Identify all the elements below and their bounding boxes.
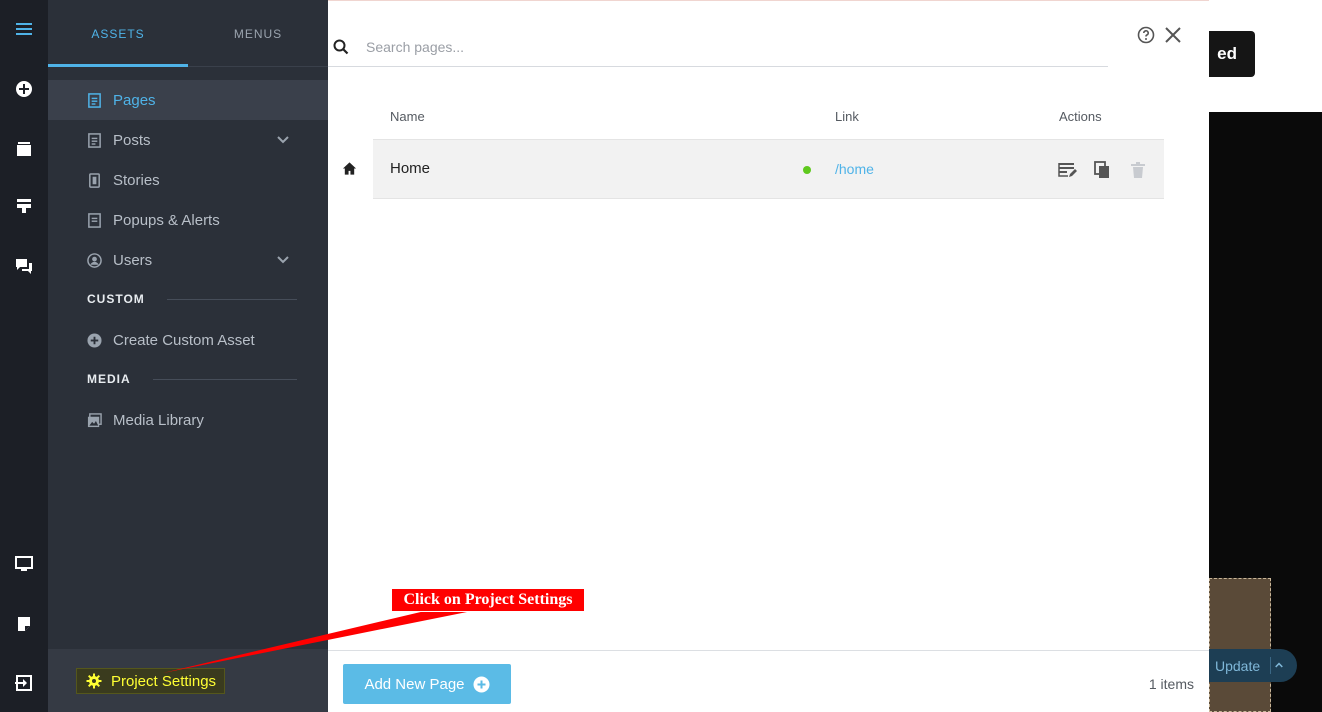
add-new-page-label: Add New Page: [364, 675, 465, 693]
chevron-up-icon[interactable]: [1270, 657, 1287, 674]
section-heading-custom: CUSTOM: [87, 292, 297, 306]
chevron-down-icon[interactable]: [276, 252, 290, 266]
sidebar-item-create-custom-asset[interactable]: Create Custom Asset: [48, 320, 328, 360]
assets-panel: ASSETS MENUS Pages Posts Stories Popups …: [48, 0, 328, 712]
status-indicator: [803, 166, 811, 174]
section-heading-label: MEDIA: [87, 372, 131, 386]
gear-icon: [86, 673, 102, 689]
column-header-name[interactable]: Name: [390, 109, 425, 124]
search-input[interactable]: [366, 35, 1066, 59]
panel-footer: Project Settings: [48, 649, 328, 712]
page-name: Home: [390, 160, 431, 177]
sidebar-item-popups[interactable]: Popups & Alerts: [48, 200, 328, 240]
user-icon: [86, 252, 102, 268]
close-icon[interactable]: [1163, 25, 1183, 45]
page-link[interactable]: /home: [835, 161, 874, 177]
comments-icon[interactable]: [12, 254, 36, 278]
sidebar-item-label: Create Custom Asset: [113, 331, 255, 349]
modal-footer: Add New Page 1 items: [328, 650, 1209, 712]
table-row[interactable]: Home /home: [373, 139, 1164, 199]
edit-settings-icon[interactable]: [1057, 160, 1077, 180]
sidebar-item-label: Media Library: [113, 411, 204, 429]
sidebar-item-media-library[interactable]: Media Library: [48, 400, 328, 440]
exit-icon[interactable]: [12, 671, 36, 695]
chevron-down-icon[interactable]: [276, 132, 290, 146]
tab-menus[interactable]: MENUS: [188, 0, 328, 67]
sidebar-item-label: Stories: [113, 171, 160, 189]
sidebar-item-posts[interactable]: Posts: [48, 120, 328, 160]
background-cta-button[interactable]: ed: [1209, 31, 1255, 77]
pages-stack-icon[interactable]: [12, 137, 36, 161]
hamburger-menu-icon[interactable]: [12, 17, 36, 41]
home-icon: [342, 162, 357, 175]
sidebar-item-stories[interactable]: Stories: [48, 160, 328, 200]
sidebar-item-label: Users: [113, 251, 153, 269]
sidebar-item-pages[interactable]: Pages: [48, 80, 328, 120]
icon-rail: [0, 0, 48, 712]
desktop-preview-icon[interactable]: [12, 552, 36, 576]
panel-tabs: ASSETS MENUS: [48, 0, 328, 67]
search-bar: [328, 27, 1108, 67]
background-image-block: [1209, 578, 1271, 712]
popup-icon: [86, 212, 102, 228]
add-new-page-button[interactable]: Add New Page: [343, 664, 511, 704]
plus-circle-icon: [86, 332, 102, 348]
story-icon: [86, 172, 102, 188]
plus-circle-icon: [473, 676, 490, 692]
project-settings-button[interactable]: Project Settings: [76, 668, 226, 694]
duplicate-icon[interactable]: [1092, 160, 1112, 180]
items-count: 1 items: [1148, 676, 1194, 692]
column-header-actions: Actions: [1059, 109, 1102, 124]
help-icon[interactable]: [1137, 26, 1155, 44]
section-heading-media: MEDIA: [87, 372, 297, 386]
sidebar-item-label: Pages: [113, 91, 156, 109]
add-circle-icon[interactable]: [12, 77, 36, 101]
delete-icon[interactable]: [1128, 160, 1148, 180]
update-button[interactable]: Update: [1209, 649, 1297, 682]
post-icon: [86, 132, 102, 148]
tab-assets[interactable]: ASSETS: [48, 0, 188, 67]
note-icon[interactable]: [12, 612, 36, 636]
layout-sections-icon[interactable]: [12, 194, 36, 218]
page-icon: [86, 92, 102, 108]
annotation-callout: Click on Project Settings: [391, 588, 585, 612]
sidebar-item-label: Posts: [113, 131, 151, 149]
project-settings-label: Project Settings: [111, 672, 217, 690]
update-label: Update: [1215, 657, 1261, 674]
image-library-icon: [86, 412, 102, 428]
sidebar-item-users[interactable]: Users: [48, 240, 328, 280]
background-page: ed Update: [1209, 0, 1322, 712]
sidebar-item-label: Popups & Alerts: [113, 211, 220, 229]
background-cta-label: ed: [1217, 44, 1237, 63]
column-header-link[interactable]: Link: [835, 109, 859, 124]
section-heading-label: CUSTOM: [87, 292, 145, 306]
search-icon: [333, 39, 349, 55]
